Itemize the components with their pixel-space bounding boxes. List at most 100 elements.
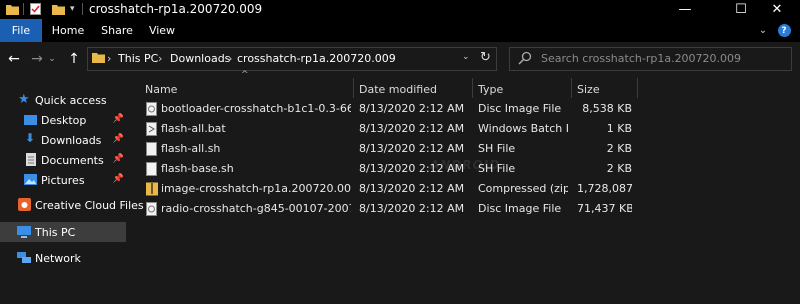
table-row[interactable]: flash-base.sh 8/13/2020 2:12 AM SH File 2 K…	[140, 159, 638, 179]
sidebar-item-network[interactable]: Network	[0, 248, 126, 268]
pin-icon: 📌	[112, 114, 124, 124]
minimize-button[interactable]: —	[662, 0, 708, 19]
up-button[interactable]: ↑	[64, 49, 84, 69]
sidebar-item-label: Pictures	[41, 173, 85, 187]
sidebar-item-label: Network	[35, 251, 81, 265]
sidebar-item-downloads[interactable]: ⬇ Downloads 📌	[0, 130, 126, 150]
table-row[interactable]: flash-all.bat 8/13/2020 2:12 AM Windows Ba…	[140, 119, 638, 139]
help-icon[interactable]: ?	[776, 19, 792, 42]
breadcrumb-separator[interactable]: ›	[158, 52, 162, 65]
file-date-modified: 8/13/2020 2:12 AM	[359, 162, 465, 175]
sidebar-item-label: Quick access	[35, 93, 107, 107]
file-type: Windows Batch File	[478, 122, 568, 135]
tab-view[interactable]: View	[140, 19, 184, 42]
sidebar-item-label: Documents	[41, 153, 104, 167]
download-icon: ⬇	[25, 131, 36, 145]
column-header-type[interactable]: Type	[478, 80, 503, 98]
column-divider[interactable]	[571, 78, 572, 98]
file-icon	[146, 162, 157, 176]
column-divider[interactable]	[637, 78, 638, 98]
properties-icon[interactable]	[30, 3, 41, 15]
table-row[interactable]: image-crosshatch-rp1a.200720.009.zip 8/13…	[140, 179, 638, 199]
breadcrumb-this-pc[interactable]: This PC	[118, 52, 158, 65]
file-date-modified: 8/13/2020 2:12 AM	[359, 182, 465, 195]
file-size: 2 KB	[606, 162, 632, 175]
batch-file-icon	[146, 122, 157, 136]
file-date-modified: 8/13/2020 2:12 AM	[359, 102, 465, 115]
expand-ribbon-icon[interactable]: ⌄	[756, 19, 770, 42]
pictures-icon	[24, 174, 37, 185]
breadcrumb-separator[interactable]: ›	[228, 52, 232, 65]
breadcrumb-separator[interactable]: ›	[107, 52, 111, 65]
window-title: crosshatch-rp1a.200720.009	[89, 2, 263, 16]
file-type: SH File	[478, 162, 516, 175]
breadcrumb-downloads[interactable]: Downloads	[170, 52, 230, 65]
toolbar-divider	[23, 3, 24, 15]
refresh-icon[interactable]: ↻	[480, 50, 491, 65]
file-size: 2 KB	[606, 142, 632, 155]
file-name: flash-base.sh	[161, 162, 234, 175]
disc-image-icon	[146, 102, 157, 116]
file-type: Disc Image File	[478, 202, 562, 215]
search-input[interactable]: Search crosshatch-rp1a.200720.009	[541, 52, 741, 65]
file-icon	[146, 142, 157, 156]
table-row[interactable]: bootloader-crosshatch-b1c1-0.3-6623201..…	[140, 99, 638, 119]
sidebar-item-desktop[interactable]: Desktop 📌	[0, 110, 126, 130]
computer-icon	[17, 226, 31, 238]
file-date-modified: 8/13/2020 2:12 AM	[359, 142, 465, 155]
tab-file[interactable]: File	[0, 19, 42, 42]
file-name: flash-all.sh	[161, 142, 221, 155]
table-row[interactable]: radio-crosshatch-g845-00107-200702-b-...…	[140, 199, 638, 219]
column-divider[interactable]	[472, 78, 473, 98]
sidebar-item-label: Creative Cloud Files	[35, 198, 144, 212]
customize-quick-access-icon[interactable]: ▾	[70, 3, 79, 15]
table-row[interactable]: flash-all.sh 8/13/2020 2:12 AM SH File 2 KB	[140, 139, 638, 159]
close-button[interactable]: ✕	[754, 0, 800, 19]
file-size: 1,728,087 KB	[577, 182, 632, 195]
file-date-modified: 8/13/2020 2:12 AM	[359, 202, 465, 215]
sidebar-item-quick-access[interactable]: ★ Quick access	[0, 90, 126, 110]
column-divider[interactable]	[353, 78, 354, 98]
forward-button[interactable]: →	[27, 49, 47, 69]
file-name: radio-crosshatch-g845-00107-200702-b-...	[161, 202, 351, 215]
file-type: SH File	[478, 142, 516, 155]
file-type: Disc Image File	[478, 102, 562, 115]
tab-share[interactable]: Share	[94, 19, 140, 42]
column-header-size[interactable]: Size	[577, 80, 600, 98]
star-icon: ★	[18, 92, 30, 107]
toolbar-divider	[82, 3, 83, 15]
file-type: Compressed (zipp...	[478, 182, 568, 195]
new-folder-icon[interactable]	[52, 3, 65, 15]
search-icon	[518, 51, 532, 65]
file-name: bootloader-crosshatch-b1c1-0.3-6623201..…	[161, 102, 351, 115]
folder-icon[interactable]	[6, 3, 19, 15]
file-name: image-crosshatch-rp1a.200720.009.zip	[161, 182, 351, 195]
sidebar-item-documents[interactable]: Documents 📌	[0, 150, 126, 170]
sort-indicator-icon: ^	[241, 70, 249, 80]
file-size: 71,437 KB	[577, 202, 632, 215]
tab-home[interactable]: Home	[46, 19, 90, 42]
zip-folder-icon	[146, 182, 158, 196]
folder-icon	[92, 51, 105, 63]
sidebar-item-pictures[interactable]: Pictures 📌	[0, 170, 126, 190]
file-name: flash-all.bat	[161, 122, 226, 135]
column-header-date-modified[interactable]: Date modified	[359, 80, 437, 98]
sidebar-item-label: Desktop	[41, 113, 87, 127]
pin-icon: 📌	[112, 154, 124, 164]
back-button[interactable]: ←	[4, 49, 24, 69]
desktop-folder-icon	[24, 115, 37, 125]
sidebar-item-label: Downloads	[41, 133, 102, 147]
column-header-name[interactable]: Name	[145, 80, 177, 98]
file-date-modified: 8/13/2020 2:12 AM	[359, 122, 465, 135]
sidebar-item-creative-cloud[interactable]: Creative Cloud Files	[0, 195, 144, 215]
recent-locations-dropdown[interactable]: ⌄	[47, 49, 57, 69]
pin-icon: 📌	[112, 174, 124, 184]
breadcrumb-current-folder[interactable]: crosshatch-rp1a.200720.009	[237, 52, 396, 65]
creative-cloud-icon	[18, 198, 31, 211]
address-dropdown-icon[interactable]: ⌄	[462, 52, 470, 62]
file-size: 1 KB	[606, 122, 632, 135]
help-glyph: ?	[777, 24, 791, 37]
file-size: 8,538 KB	[582, 102, 632, 115]
pin-icon: 📌	[112, 134, 124, 144]
sidebar-item-this-pc[interactable]: This PC	[0, 222, 126, 242]
